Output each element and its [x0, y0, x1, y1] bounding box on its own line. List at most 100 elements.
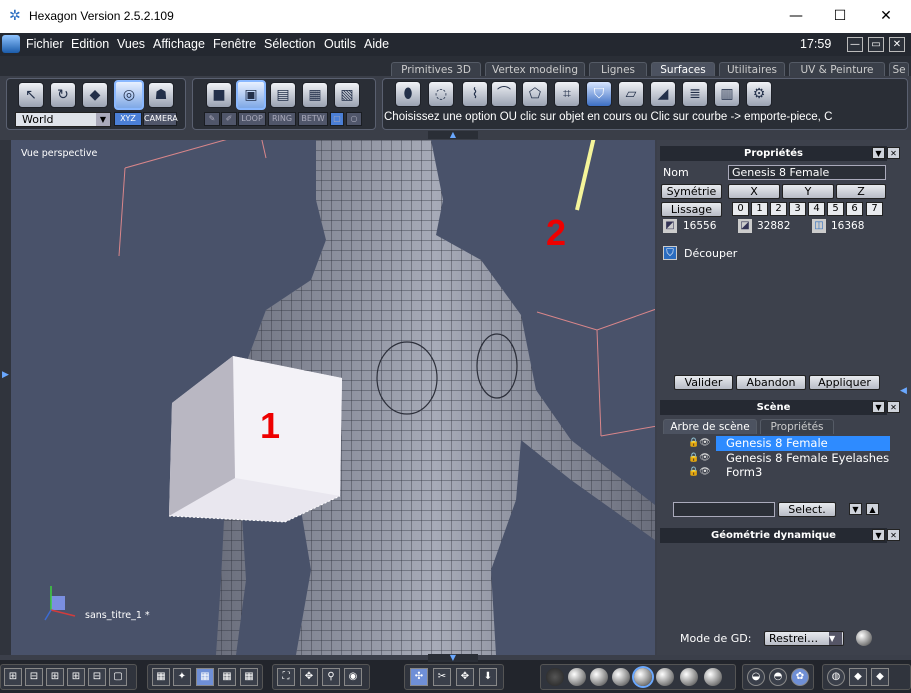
- object-display-2-icon[interactable]: ◓: [769, 668, 787, 686]
- universal-manipulator-button[interactable]: ◎: [114, 80, 144, 110]
- surface-tool-8-button[interactable]: ▱: [618, 81, 644, 107]
- dyn-sphere-icon[interactable]: [856, 630, 872, 646]
- flat-sphere-icon[interactable]: [590, 668, 608, 686]
- dyn-close-button[interactable]: ✕: [887, 529, 900, 541]
- snap-icon[interactable]: ✂: [433, 668, 451, 686]
- symmetry-button[interactable]: Symétrie: [661, 184, 722, 199]
- viewport-3d[interactable]: 1 2: [11, 140, 655, 655]
- scene-filter-input[interactable]: [673, 502, 775, 517]
- layout-three-icon[interactable]: ⊞: [46, 668, 64, 686]
- lock-eye-icon[interactable]: 🔒👁: [688, 438, 711, 448]
- smooth-wire-sphere-icon[interactable]: [612, 668, 630, 686]
- dyn-collapse-button[interactable]: ▼: [872, 529, 885, 541]
- close-button[interactable]: ✕: [876, 6, 896, 26]
- paint-select-button[interactable]: ◆: [82, 82, 108, 108]
- object-display-3-icon[interactable]: ✿: [791, 668, 809, 686]
- camera-orbit-icon[interactable]: ◍: [827, 668, 845, 686]
- ring-button[interactable]: RING: [268, 112, 296, 126]
- collapse-toolbar-handle[interactable]: ▲: [428, 131, 478, 139]
- uv-grid-icon[interactable]: ▦: [196, 668, 214, 686]
- dyn-mode-select[interactable]: Restrei… ▼: [764, 631, 844, 646]
- menu-aide[interactable]: Aide: [364, 37, 389, 51]
- smoothing-level-6[interactable]: 6: [846, 202, 863, 216]
- menu-selection[interactable]: Sélection: [264, 37, 315, 51]
- textured-sphere-icon[interactable]: [656, 668, 674, 686]
- paint-select-small-button[interactable]: ✐: [221, 112, 237, 126]
- surface-tool-11-button[interactable]: ▥: [714, 81, 740, 107]
- lock-eye-icon[interactable]: 🔒👁: [688, 467, 711, 477]
- surface-tool-9-button[interactable]: ◢: [650, 81, 676, 107]
- select-edge-button[interactable]: ▤: [270, 82, 296, 108]
- select-button[interactable]: Select.: [778, 502, 836, 517]
- tab-scene-tree[interactable]: Arbre de scène: [663, 419, 757, 434]
- move-icon[interactable]: ✥: [456, 668, 474, 686]
- manipulator-icon[interactable]: ✣: [410, 668, 428, 686]
- menu-affichage[interactable]: Affichage: [153, 37, 205, 51]
- smoothing-level-3[interactable]: 3: [789, 202, 806, 216]
- tab-more[interactable]: Se: [889, 62, 909, 77]
- surface-tool-10-button[interactable]: ≣: [682, 81, 708, 107]
- smoothing-level-2[interactable]: 2: [770, 202, 787, 216]
- apply-button[interactable]: Appliquer: [809, 375, 880, 390]
- surface-tool-2-button[interactable]: ◌: [428, 81, 454, 107]
- surface-tool-12-button[interactable]: ⚙: [746, 81, 772, 107]
- select-arrow-button[interactable]: ↖: [18, 82, 44, 108]
- smoothing-level-0[interactable]: 0: [732, 202, 749, 216]
- surface-tool-3-button[interactable]: ⌇: [462, 81, 488, 107]
- inner-minimize-button[interactable]: —: [847, 37, 863, 52]
- tree-row-form3[interactable]: Form3: [716, 465, 890, 480]
- red-grid-icon[interactable]: ▦: [218, 668, 236, 686]
- layout-split-icon[interactable]: ⊟: [25, 668, 43, 686]
- between-button[interactable]: BETW: [298, 112, 328, 126]
- zoom-icon[interactable]: ⚲: [322, 668, 340, 686]
- eye-icon[interactable]: ◉: [344, 668, 362, 686]
- axis-y-button[interactable]: Y: [782, 184, 834, 199]
- cancel-button[interactable]: Abandon: [736, 375, 806, 390]
- expand-right-arrow-icon[interactable]: ◀: [900, 386, 907, 396]
- properties-collapse-button[interactable]: ▼: [872, 147, 885, 159]
- ghost-button[interactable]: ☗: [148, 82, 174, 108]
- xyz-button[interactable]: XYZ: [114, 112, 142, 126]
- smoothing-level-4[interactable]: 4: [808, 202, 825, 216]
- lock-eye-icon[interactable]: 🔒👁: [688, 453, 711, 463]
- grid-icon[interactable]: ▦: [152, 668, 170, 686]
- toggle-button[interactable]: ▢: [330, 112, 344, 126]
- menu-edition[interactable]: Edition: [71, 37, 109, 51]
- select-object-button[interactable]: ■: [206, 82, 232, 108]
- tab-surfaces[interactable]: Surfaces: [651, 62, 715, 77]
- inner-restore-button[interactable]: ▭: [868, 37, 884, 52]
- cut-tool-button[interactable]: ⛉: [586, 81, 612, 107]
- select-auto-button[interactable]: ▧: [334, 82, 360, 108]
- tree-row-genesis[interactable]: Genesis 8 Female: [716, 436, 890, 451]
- checker-icon[interactable]: ▦: [240, 668, 258, 686]
- menu-outils[interactable]: Outils: [324, 37, 356, 51]
- camera-cube2-icon[interactable]: ◆: [871, 668, 889, 686]
- surface-tool-5-button[interactable]: ⬠: [522, 81, 548, 107]
- camera-cube-icon[interactable]: ◆: [849, 668, 867, 686]
- layout-horizontal-icon[interactable]: ⊟: [88, 668, 106, 686]
- tab-utilitaires[interactable]: Utilitaires: [719, 62, 785, 77]
- menu-fichier[interactable]: Fichier: [26, 37, 64, 51]
- selected-shading-sphere-icon[interactable]: [634, 668, 652, 686]
- expand-bottom-handle[interactable]: ▼: [428, 654, 478, 662]
- tab-lignes[interactable]: Lignes: [589, 62, 647, 77]
- axis-z-button[interactable]: Z: [836, 184, 886, 199]
- smoothing-level-1[interactable]: 1: [751, 202, 768, 216]
- menu-vues[interactable]: Vues: [117, 37, 145, 51]
- hexagon-logo-icon[interactable]: [2, 35, 20, 53]
- scene-close-button[interactable]: ✕: [887, 401, 900, 413]
- brush-select-button[interactable]: ✎: [204, 112, 220, 126]
- layout-single-icon[interactable]: ▢: [109, 668, 127, 686]
- shiny-sphere-icon[interactable]: [704, 668, 722, 686]
- tree-row-eyelashes[interactable]: Genesis 8 Female Eyelashes: [716, 451, 890, 466]
- select-face-button[interactable]: ▣: [236, 80, 266, 110]
- loop-button[interactable]: LOOP: [238, 112, 266, 126]
- tab-primitives-3d[interactable]: Primitives 3D: [391, 62, 481, 77]
- surface-tool-1-button[interactable]: ⬮: [395, 81, 421, 107]
- validate-button[interactable]: Valider: [674, 375, 733, 390]
- maximize-button[interactable]: ☐: [830, 6, 850, 26]
- coordinate-system-select[interactable]: World ▼: [15, 112, 111, 127]
- surface-tool-6-button[interactable]: ⌗: [554, 81, 580, 107]
- smoothing-button[interactable]: Lissage: [661, 202, 722, 217]
- object-display-1-icon[interactable]: ◒: [747, 668, 765, 686]
